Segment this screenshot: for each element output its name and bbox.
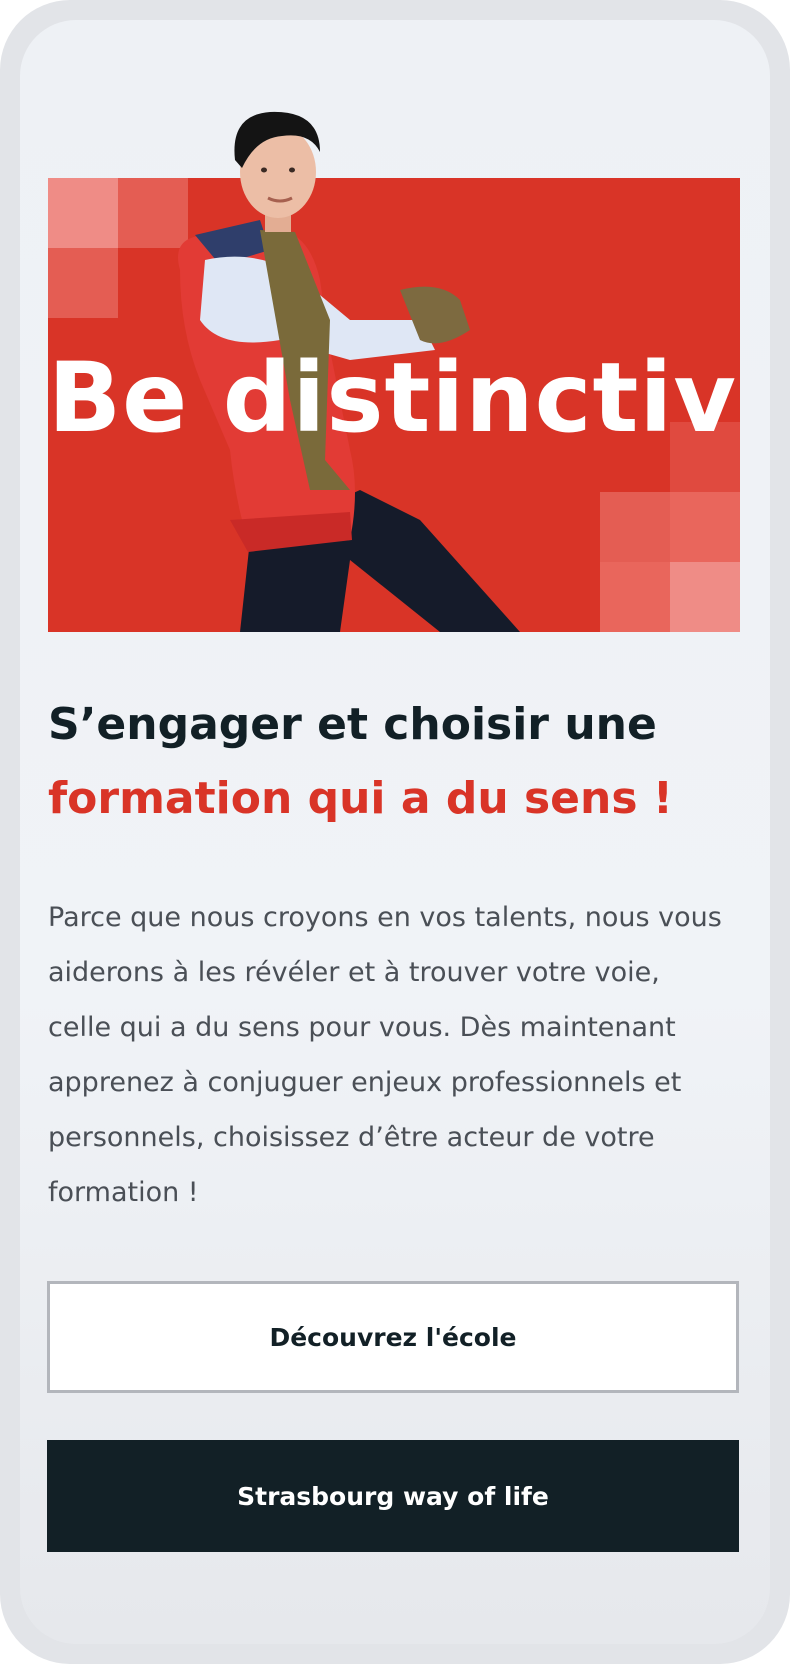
heading-line-2: formation qui a du sens ! [48,773,673,824]
hero-section: Be distinctive [20,20,770,660]
intro-paragraph: Parce que nous croyons en vos talents, n… [48,902,722,1208]
phone-screen: Be distinctive S’engager et choisir une … [20,20,770,1644]
discover-school-button[interactable]: Découvrez l'école [47,1281,739,1393]
section-heading: S’engager et choisir une formation qui a… [48,688,748,836]
hero-title: Be distinctive [48,350,740,446]
phone-frame: Be distinctive S’engager et choisir une … [0,0,790,1664]
strasbourg-way-of-life-button[interactable]: Strasbourg way of life [47,1440,739,1552]
heading-line-1: S’engager et choisir une [48,699,657,750]
hero-person-image [178,111,520,632]
